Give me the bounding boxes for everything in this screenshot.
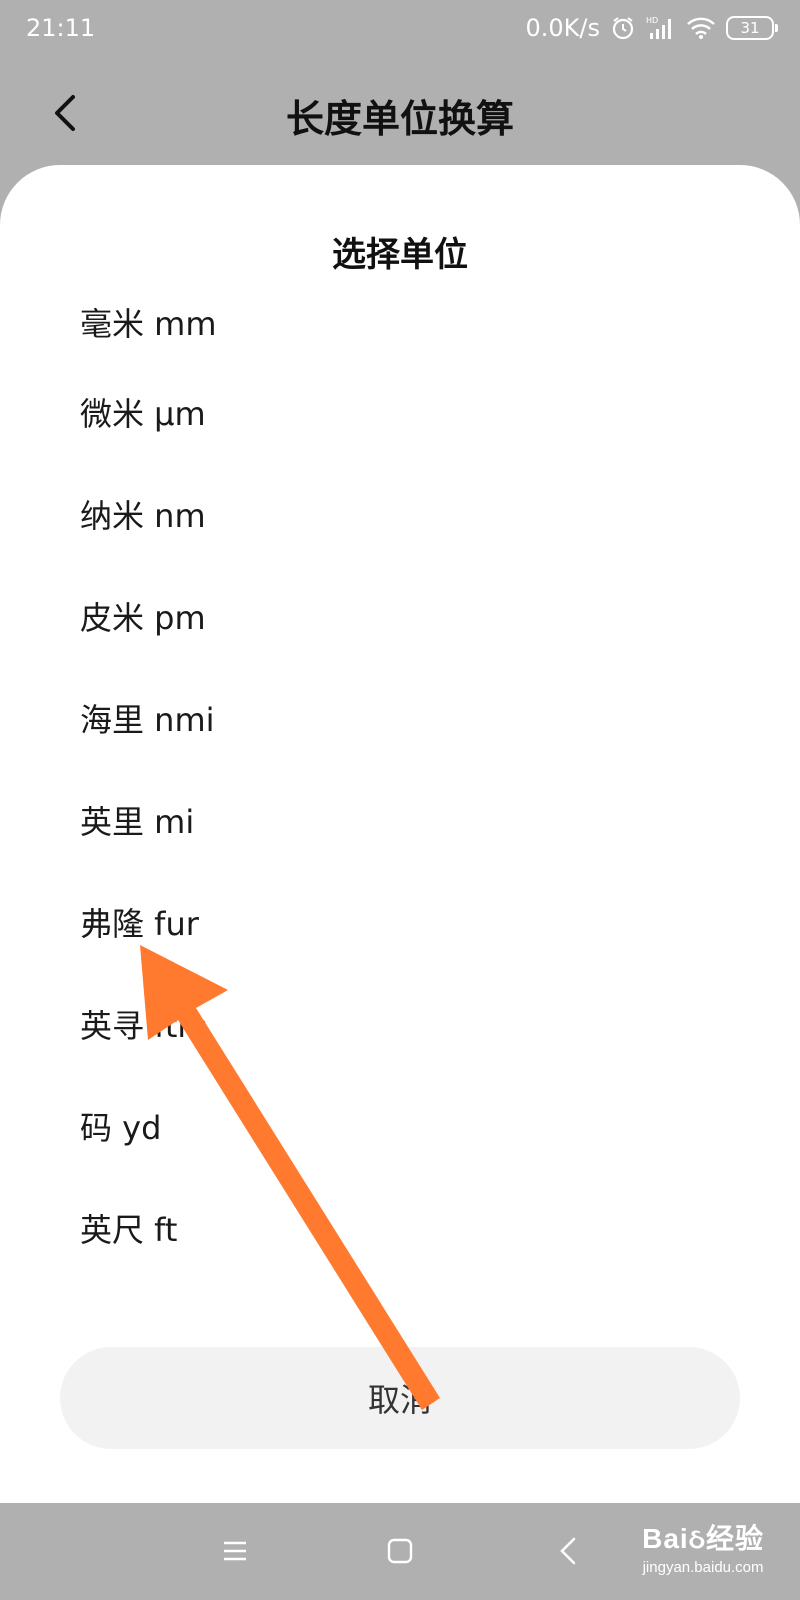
page-title: 长度单位换算 [285,97,514,141]
menu-icon [222,1540,248,1566]
watermark-url: jingyan.baidu.com [642,1559,764,1576]
navigation-bar: Baiઠ经验 jingyan.baidu.com [0,1503,800,1600]
unit-picker-sheet: 选择单位 毫米 mm 微米 μm 纳米 nm 皮米 pm 海里 nmi 英里 m… [0,165,800,1503]
baidu-jingyan-watermark: Baiઠ经验 jingyan.baidu.com [642,1517,764,1576]
unit-option-ft[interactable]: 英尺 ft [0,1177,800,1279]
nav-menu-button[interactable] [215,1533,255,1573]
status-time: 21:11 [26,14,96,42]
nav-back-button[interactable] [548,1533,588,1573]
wifi-icon [686,16,716,40]
unit-list: 毫米 mm 微米 μm 纳米 nm 皮米 pm 海里 nmi 英里 mi 弗隆 … [0,285,800,1279]
unit-option-mi[interactable]: 英里 mi [0,769,800,871]
signal-hd-icon: HD [646,15,676,41]
unit-option-pm[interactable]: 皮米 pm [0,565,800,667]
title-bar: 长度单位换算 [0,70,800,160]
network-speed: 0.0K/s [525,14,601,42]
svg-text:HD: HD [646,16,658,25]
nav-home-button[interactable] [380,1533,420,1573]
status-icons: 0.0K/s HD 31 [525,14,778,42]
unit-option-mm[interactable]: 毫米 mm [0,285,800,361]
battery-indicator: 31 [726,16,778,40]
watermark-logo: Baiઠ经验 [642,1523,764,1554]
back-triangle-icon [558,1536,578,1570]
unit-option-ftm[interactable]: 英寻 ftm [0,973,800,1075]
home-square-icon [387,1538,413,1568]
unit-option-yd[interactable]: 码 yd [0,1075,800,1177]
sheet-title: 选择单位 [332,235,468,275]
cancel-button[interactable]: 取消 [60,1347,740,1449]
status-bar: 21:11 0.0K/s HD 31 [0,0,800,56]
unit-option-fur[interactable]: 弗隆 fur [0,871,800,973]
unit-option-nmi[interactable]: 海里 nmi [0,667,800,769]
alarm-icon [610,15,636,41]
unit-option-nm[interactable]: 纳米 nm [0,463,800,565]
unit-option-um[interactable]: 微米 μm [0,361,800,463]
